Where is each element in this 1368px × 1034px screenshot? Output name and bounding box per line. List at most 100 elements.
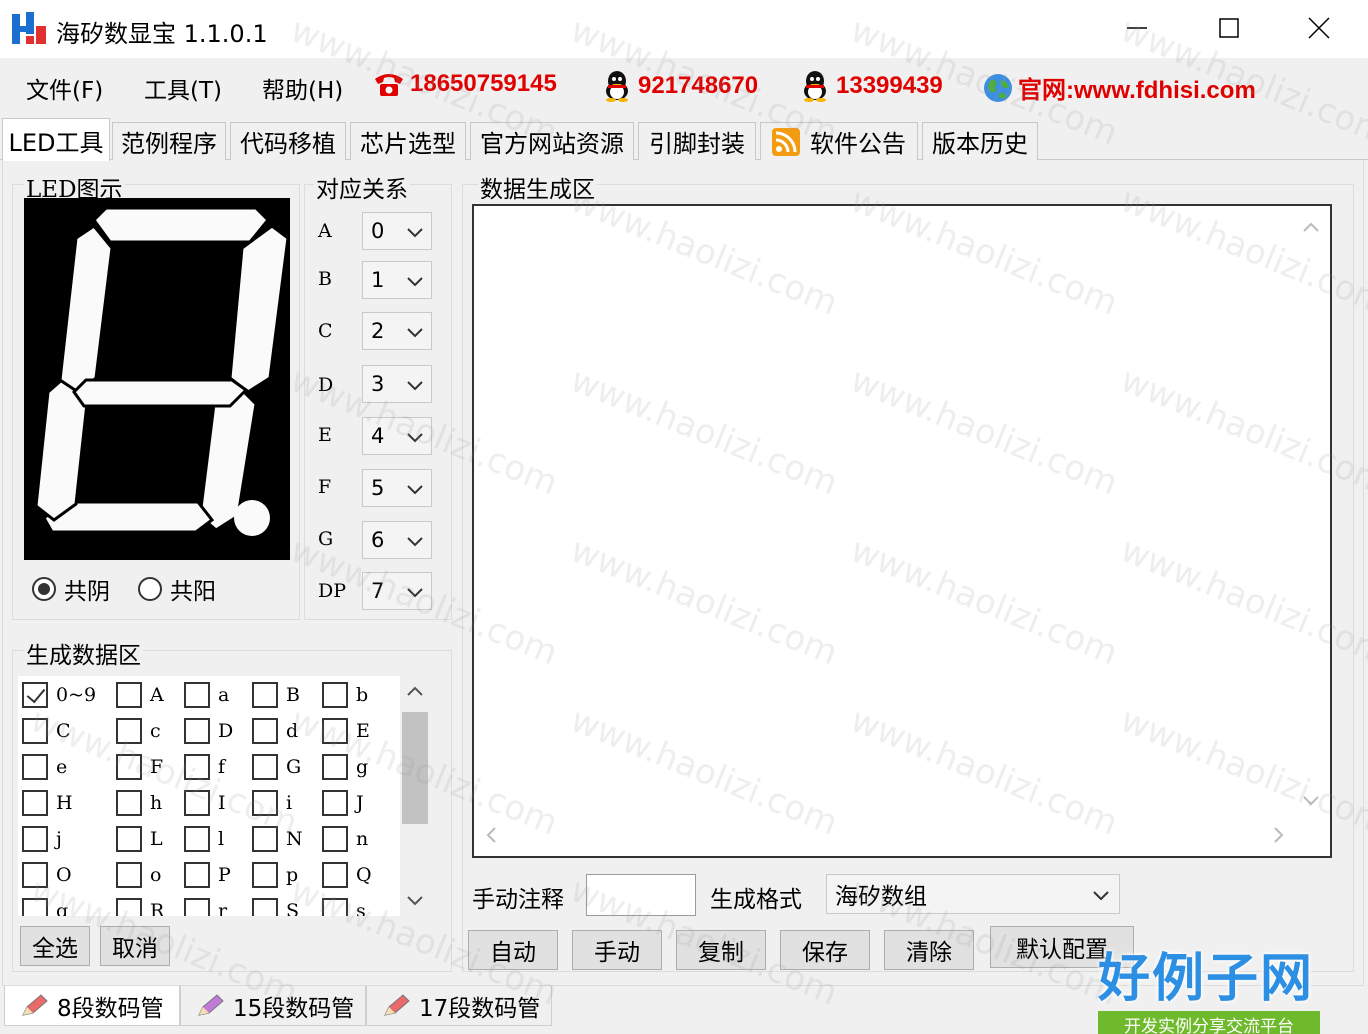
character-checkbox[interactable]: b (322, 682, 368, 708)
tab-led-tool[interactable]: LED工具 (2, 118, 110, 161)
checkbox-box (252, 898, 278, 916)
character-checkbox[interactable]: o (116, 862, 161, 888)
character-checkbox[interactable]: i (252, 790, 292, 816)
character-checkbox[interactable]: C (22, 718, 71, 744)
segment-g (72, 378, 249, 408)
character-checkbox[interactable]: P (184, 862, 231, 888)
contact-qq-2[interactable]: 13399439 (798, 70, 943, 102)
segment-label-f: F (318, 476, 332, 498)
mapping-select-a[interactable]: 0 (362, 212, 432, 250)
mapping-select-f[interactable]: 5 (362, 469, 432, 507)
mapping-select-b[interactable]: 1 (362, 261, 432, 299)
character-checkbox[interactable]: d (252, 718, 298, 744)
segment-label-c: C (318, 320, 333, 342)
mapping-select-e[interactable]: 4 (362, 417, 432, 455)
tab-code-porting[interactable]: 代码移植 (230, 122, 346, 160)
character-checkbox[interactable]: A (116, 682, 164, 708)
character-checkbox[interactable]: Q (322, 862, 372, 888)
menu-help[interactable]: 帮助(H) (262, 71, 343, 105)
bottom-tab-8-segment[interactable]: 8段数码管 (4, 986, 180, 1026)
character-checkbox[interactable]: H (22, 790, 73, 816)
pencil-icon (384, 993, 410, 1016)
mapping-select-c[interactable]: 2 (362, 312, 432, 350)
contact-website[interactable]: 官网:www.fdhisi.com (982, 70, 1256, 105)
clear-button[interactable]: 清除 (884, 930, 974, 970)
tab-official-resources[interactable]: 官方网站资源 (470, 122, 634, 160)
character-checkbox[interactable]: J (322, 790, 364, 816)
character-checkbox[interactable]: c (116, 718, 161, 744)
format-select[interactable]: 海矽数组 (826, 874, 1120, 914)
character-checkbox[interactable]: s (322, 898, 366, 916)
checkbox-box (22, 754, 48, 780)
checkbox-label: B (286, 684, 300, 706)
mapping-select-g[interactable]: 6 (362, 521, 432, 559)
character-checkbox[interactable]: q (22, 898, 68, 916)
character-checkbox[interactable]: S (252, 898, 299, 916)
character-checkbox[interactable]: G (252, 754, 301, 780)
copy-button[interactable]: 复制 (676, 930, 766, 970)
cancel-selection-button[interactable]: 取消 (100, 926, 170, 966)
tab-announcements[interactable]: 软件公告 (760, 122, 918, 160)
character-checkbox[interactable]: f (184, 754, 225, 780)
character-checkbox[interactable]: R (116, 898, 164, 916)
character-checkbox[interactable]: a (184, 682, 229, 708)
character-checkbox[interactable]: l (184, 826, 224, 852)
contact-phone[interactable]: 18650759145 (372, 70, 557, 98)
tab-chip-selection[interactable]: 芯片选型 (350, 122, 466, 160)
character-checkbox[interactable]: O (22, 862, 72, 888)
manual-button[interactable]: 手动 (572, 930, 662, 970)
scroll-up-icon (407, 686, 423, 696)
checkbox-box (322, 790, 348, 816)
radio-common-cathode[interactable]: 共阴 (32, 572, 110, 606)
checkbox-label: O (56, 864, 72, 886)
scrollbar-thumb[interactable] (402, 712, 428, 824)
tab-pin-package[interactable]: 引脚封装 (638, 122, 756, 160)
mapping-select-d[interactable]: 3 (362, 365, 432, 403)
checkbox-box (252, 718, 278, 744)
character-checkbox[interactable]: n (322, 826, 368, 852)
character-checkbox[interactable]: j (22, 826, 62, 852)
character-checkbox[interactable]: N (252, 826, 303, 852)
output-textarea[interactable] (472, 204, 1332, 858)
mapping-value: 0 (371, 219, 385, 243)
checkbox-label: h (150, 792, 163, 814)
character-checkbox[interactable]: h (116, 790, 162, 816)
qq-number-1: 921748670 (638, 72, 759, 99)
checkbox-box (252, 862, 278, 888)
checkbox-box (22, 862, 48, 888)
character-checkbox[interactable]: D (184, 718, 233, 744)
title-bar: 海矽数显宝 1.1.0.1 (0, 0, 1368, 58)
character-checkbox[interactable]: g (322, 754, 368, 780)
menu-tools[interactable]: 工具(T) (144, 71, 222, 105)
contact-qq-1[interactable]: 921748670 (600, 70, 758, 102)
bottom-tab-17-segment[interactable]: 17段数码管 (366, 986, 552, 1026)
character-checkbox[interactable]: F (116, 754, 163, 780)
character-checkbox[interactable]: B (252, 682, 300, 708)
character-checkbox[interactable]: r (184, 898, 227, 916)
segment-f (58, 223, 114, 394)
rss-feed-icon (772, 127, 800, 156)
manual-note-input[interactable] (586, 874, 696, 916)
select-all-button[interactable]: 全选 (20, 926, 90, 966)
character-checkbox[interactable]: I (184, 790, 226, 816)
character-checkbox[interactable]: p (252, 862, 298, 888)
radio-common-anode[interactable]: 共阳 (138, 572, 216, 606)
checkbox-label: q (56, 900, 69, 916)
close-button[interactable] (1296, 6, 1342, 50)
character-checkbox[interactable]: e (22, 754, 67, 780)
scroll-up-icon (1303, 222, 1319, 232)
menu-file[interactable]: 文件(F) (26, 71, 103, 105)
character-checkbox[interactable]: L (116, 826, 163, 852)
save-button[interactable]: 保存 (780, 930, 870, 970)
checkbox-label: C (56, 720, 71, 742)
tab-sample-programs[interactable]: 范例程序 (112, 122, 226, 160)
bottom-tab-15-segment[interactable]: 15段数码管 (180, 986, 366, 1026)
tab-version-history[interactable]: 版本历史 (922, 122, 1038, 160)
character-checkbox[interactable]: E (322, 718, 370, 744)
mapping-value: 2 (371, 319, 385, 343)
minimize-button[interactable] (1114, 6, 1160, 50)
character-checkbox[interactable]: 0~9 (22, 682, 96, 708)
auto-button[interactable]: 自动 (468, 930, 558, 970)
maximize-button[interactable] (1206, 6, 1252, 50)
mapping-select-dp[interactable]: 7 (362, 572, 432, 610)
